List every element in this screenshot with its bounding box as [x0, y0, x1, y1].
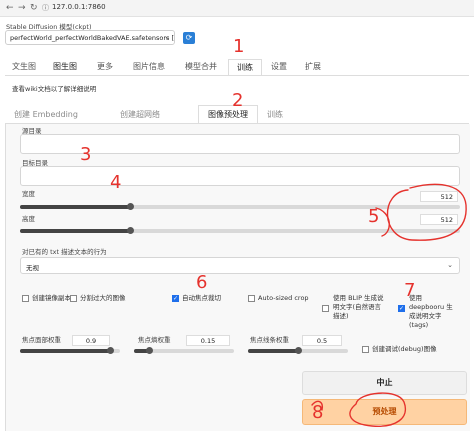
annotation-circle-5 [386, 183, 467, 241]
annotation-number-3: 3 [80, 144, 91, 165]
annotation-number-1: 1 [233, 36, 244, 57]
annotation-circle-8 [349, 392, 407, 427]
annotation-number-4: 4 [110, 172, 121, 193]
red-annotation-overlay: 1 2 3 4 5 6 7 8 [80, 36, 467, 427]
annotation-number-7: 7 [404, 280, 415, 301]
annotation-number-8: 8 [312, 402, 323, 423]
annotation-number-2: 2 [232, 90, 243, 111]
annotation-number-5: 5 [368, 206, 379, 227]
annotation-number-6: 6 [196, 272, 207, 293]
